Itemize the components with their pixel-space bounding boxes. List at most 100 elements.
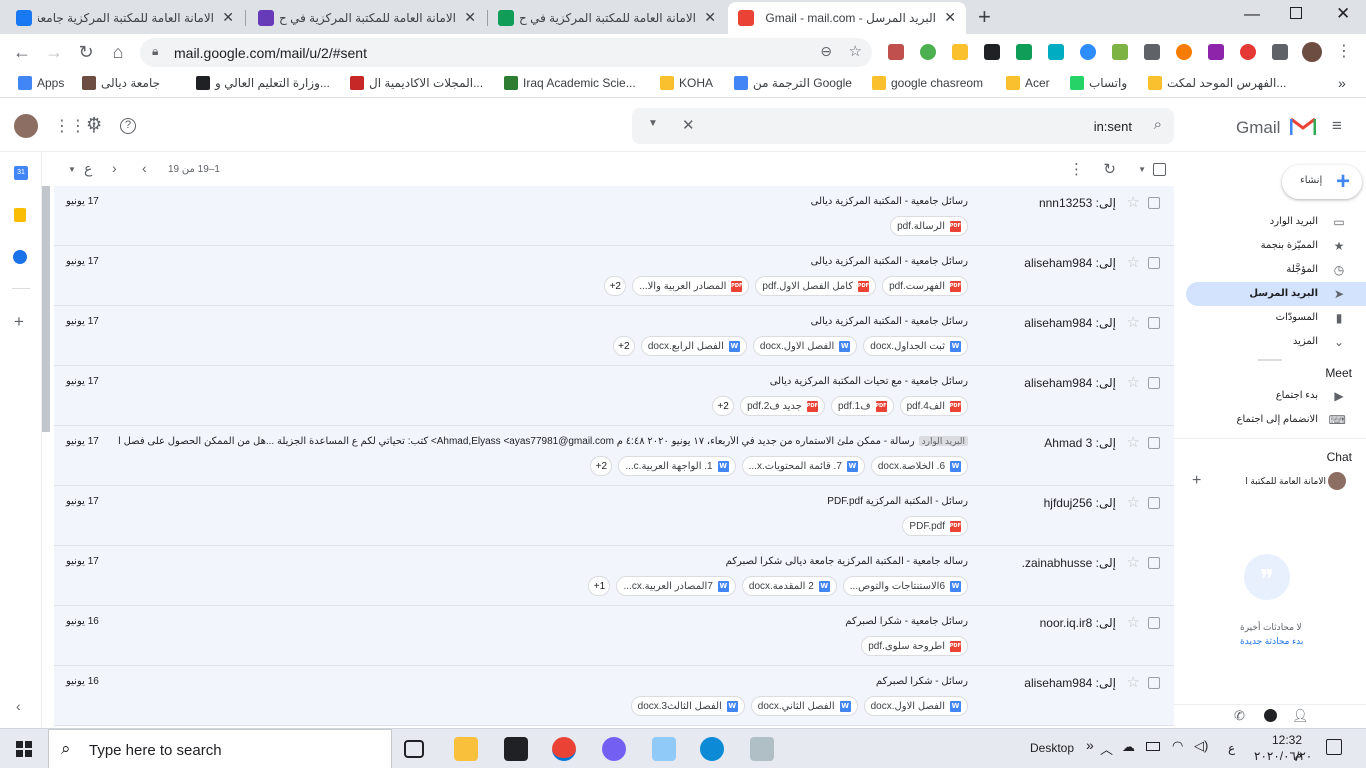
windows-start-icon[interactable] (16, 741, 32, 757)
tab-close-icon[interactable]: ✕ (222, 9, 234, 26)
more-attachments-badge[interactable]: +2 (604, 276, 627, 296)
attachment-chip[interactable]: PDF PDF.pdf (902, 516, 968, 536)
input-tools-chevron-icon[interactable]: ▼ (68, 165, 76, 174)
bookmark-item[interactable]: الفهرس الموحد لمكت... (1148, 76, 1286, 90)
viber-icon[interactable] (602, 737, 626, 761)
select-dropdown-icon[interactable]: ▼ (1138, 165, 1146, 174)
tray-overflow-icon[interactable]: » (1086, 737, 1094, 753)
profile-avatar[interactable] (1302, 42, 1322, 62)
bookmark-item[interactable]: Acer (1006, 76, 1050, 90)
star-icon[interactable]: ☆ (1127, 193, 1140, 211)
attachment-chip[interactable]: W 7. قائمة المحتويات.x... (741, 456, 865, 476)
list-scrollbar[interactable] (42, 186, 50, 432)
new-tab-button[interactable]: + (978, 5, 991, 29)
bookmark-item[interactable]: Iraq Academic Scie... (504, 76, 636, 90)
home-button[interactable]: ⌂ (106, 42, 130, 62)
attachment-chip[interactable]: PDF الف4.pdf (899, 396, 968, 416)
tasks-icon[interactable] (13, 250, 27, 264)
clock-date[interactable]: ٢٠٢٠/٠٦/٢٠ (1254, 749, 1312, 763)
zoom-icon[interactable]: ⊖ (820, 43, 832, 60)
store-icon[interactable] (504, 737, 528, 761)
tab-close-icon[interactable]: ✕ (944, 9, 956, 26)
tab-close-icon[interactable]: ✕ (704, 9, 716, 26)
mail-search-box[interactable]: ▼ ✕ in:sent ⌕ (632, 108, 1174, 144)
row-checkbox[interactable] (1148, 677, 1160, 689)
attachment-chip[interactable]: PDF اطروحة سلوى.pdf (861, 636, 968, 656)
select-all-checkbox[interactable] (1153, 163, 1166, 176)
star-icon[interactable]: ☆ (1127, 373, 1140, 391)
attachment-chip[interactable]: W 2 المقدمة.docx (741, 576, 837, 596)
email-row[interactable]: ☆ إلى: hjfduj256 رسائل - المكتبة المركزية … (54, 486, 1174, 546)
star-icon[interactable]: ☆ (1127, 493, 1140, 511)
row-checkbox[interactable] (1148, 557, 1160, 569)
email-row[interactable]: ☆ إلى: aliseham984 رسائل جامعية - المكتبة … (54, 306, 1174, 366)
keep-icon[interactable] (14, 208, 26, 222)
more-actions-icon[interactable]: ⋮ (1069, 160, 1084, 178)
close-window-button[interactable]: ✕ (1336, 4, 1350, 24)
compose-button[interactable]: + إنشاء (1282, 165, 1362, 199)
email-row[interactable]: ☆ إلى: Ahmad 3 البريد الواردرسالة - ممكن م… (54, 426, 1174, 486)
chat-tab-icon[interactable] (1264, 709, 1277, 722)
add-addon-icon[interactable]: + (14, 312, 24, 332)
notifications-icon[interactable] (1326, 739, 1342, 755)
taskbar-search-box[interactable]: ⌕ Type here to search (48, 729, 392, 768)
bookmark-item[interactable]: google chasreom (872, 76, 983, 90)
app-icon[interactable] (750, 737, 774, 761)
bookmarks-overflow-icon[interactable]: » (1338, 75, 1346, 91)
extension-icon[interactable] (1176, 44, 1192, 60)
task-view-icon[interactable] (404, 740, 424, 758)
attachment-chip[interactable]: W الفصل الرابع.docx (640, 336, 747, 356)
row-checkbox[interactable] (1148, 377, 1160, 389)
extension-icon[interactable] (1208, 44, 1224, 60)
tab-close-icon[interactable]: ✕ (464, 9, 476, 26)
new-chat-plus-icon[interactable]: + (1192, 472, 1201, 490)
row-checkbox[interactable] (1148, 197, 1160, 209)
more-attachments-badge[interactable]: +1 (588, 576, 611, 596)
bookmark-item[interactable]: وزارة التعليم العالي و... (196, 76, 330, 90)
help-icon[interactable]: ? (120, 118, 136, 134)
row-checkbox[interactable] (1148, 317, 1160, 329)
omnibox[interactable]: 🔒︎ mail.google.com/mail/u/2/#sent ⊖ ☆ (140, 38, 872, 67)
reload-button[interactable]: ↻ (74, 42, 98, 62)
extension-icon[interactable] (1016, 44, 1032, 60)
extension-icon[interactable] (1240, 44, 1256, 60)
attachment-chip[interactable]: W الفصل الثالث3.docx (630, 696, 745, 716)
start-chat-link[interactable]: بدء محادثة جديدة (1240, 636, 1303, 647)
extension-icon[interactable] (952, 44, 968, 60)
zoom-extension-icon[interactable] (1080, 44, 1096, 60)
nav-item-clock[interactable]: ◷ المؤجَّلة (1186, 258, 1366, 282)
bookmark-item[interactable]: جامعة ديالى (82, 76, 160, 90)
bookmark-item[interactable]: واتساب (1070, 76, 1127, 90)
input-language[interactable]: ع (1228, 741, 1235, 755)
attachment-chip[interactable]: W الفصل الثاني.docx (750, 696, 858, 716)
star-icon[interactable]: ☆ (1127, 313, 1140, 331)
meet-item[interactable]: ⌨ الانضمام إلى اجتماع (1186, 408, 1366, 432)
bookmark-item[interactable]: الترجمة من Google (734, 76, 852, 90)
star-icon[interactable]: ☆ (1127, 253, 1140, 271)
browser-tab[interactable]: الامانة العامة للمكتبة المركزية في ح ✕ (488, 2, 726, 34)
search-icon[interactable]: ⌕ (1154, 116, 1162, 133)
email-row[interactable]: ☆ إلى: zainabhusse. رساله جامعية - المكتبة… (54, 546, 1174, 606)
more-attachments-badge[interactable]: +2 (712, 396, 735, 416)
more-attachments-badge[interactable]: +2 (612, 336, 635, 356)
more-attachments-badge[interactable]: +2 (590, 456, 613, 476)
meet-item[interactable]: ▶ بدء اجتماع (1186, 384, 1366, 408)
email-row[interactable]: ☆ إلى: aliseham984 رسائل جامعية - مع تحيات… (54, 366, 1174, 426)
attachment-chip[interactable]: W 1. الواجهة العربية.c... (618, 456, 736, 476)
attachment-chip[interactable]: PDF كامل الفصل الاول.pdf (755, 276, 877, 296)
prev-page-icon[interactable]: ‹ (142, 160, 147, 176)
desktop-label[interactable]: Desktop (1030, 741, 1074, 755)
search-options-chevron-icon[interactable]: ▼ (648, 118, 658, 129)
attachment-chip[interactable]: PDF ف1.pdf (830, 396, 894, 416)
nav-item-send[interactable]: ➤ البريد المرسل (1186, 282, 1366, 306)
battery-icon[interactable] (1146, 742, 1160, 751)
extension-icon[interactable] (888, 44, 904, 60)
email-row[interactable]: ☆ إلى: nnn13253 رسائل جامعية - المكتبة الم… (54, 186, 1174, 246)
input-tools-button[interactable]: ع (84, 160, 92, 177)
chat-contact-name[interactable]: الامانة العامة للمكتبة ا (1245, 476, 1326, 487)
browser-tab[interactable]: الامانة العامة للمكتبة المركزية في ح ✕ (248, 2, 486, 34)
bookmark-item[interactable]: Apps (18, 76, 64, 90)
account-avatar[interactable] (14, 114, 38, 138)
contacts-icon[interactable]: 👤︎ (1292, 708, 1309, 724)
chrome-icon[interactable] (552, 737, 576, 761)
